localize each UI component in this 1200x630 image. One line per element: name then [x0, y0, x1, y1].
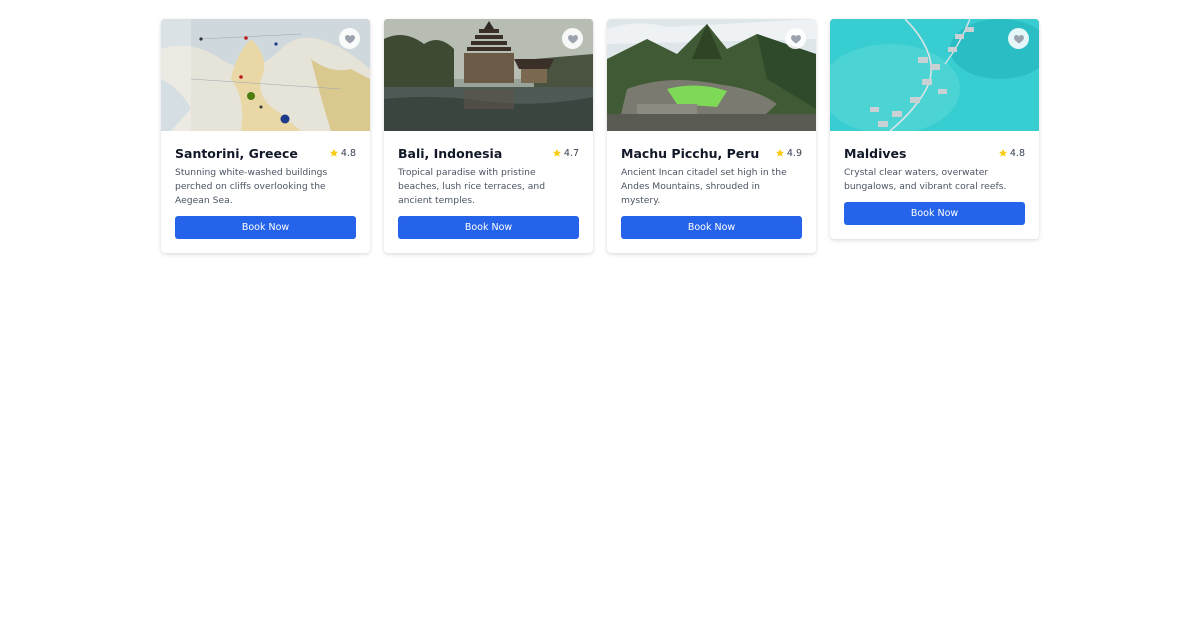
- heart-icon: [1013, 34, 1024, 43]
- star-icon: [998, 148, 1008, 157]
- destination-description: Crystal clear waters, overwater bungalow…: [844, 167, 1007, 192]
- book-now-button[interactable]: Book Now: [621, 216, 802, 239]
- destination-card: Bali, Indonesia 4.7 Tropical paradise wi…: [384, 19, 593, 253]
- book-now-button[interactable]: Book Now: [398, 216, 579, 239]
- title-row: Santorini, Greece 4.8: [175, 145, 356, 161]
- favorite-button[interactable]: [562, 28, 583, 49]
- rating-value: 4.9: [786, 147, 802, 159]
- card-body: Maldives 4.8 Crystal clear waters, overw…: [830, 131, 1039, 239]
- star-icon: [552, 148, 562, 157]
- destination-description: Ancient Incan citadel set high in the An…: [621, 167, 787, 206]
- destination-card: Santorini, Greece 4.8 Stunning white-was…: [161, 19, 370, 253]
- rating-value: 4.7: [563, 147, 579, 159]
- rating: 4.9: [775, 148, 802, 159]
- destination-title: Machu Picchu, Peru: [621, 145, 760, 161]
- rating: 4.8: [329, 148, 356, 159]
- heart-icon: [344, 34, 355, 43]
- rating-value: 4.8: [340, 147, 356, 159]
- destination-title: Maldives: [844, 145, 907, 161]
- heart-icon: [790, 34, 801, 43]
- destination-description: Stunning white-washed buildings perched …: [175, 167, 328, 206]
- favorite-button[interactable]: [785, 28, 806, 49]
- destination-description: Tropical paradise with pristine beaches,…: [398, 167, 546, 206]
- title-row: Bali, Indonesia 4.7: [398, 145, 579, 161]
- star-icon: [329, 148, 339, 157]
- star-icon: [775, 148, 785, 157]
- destination-card: Machu Picchu, Peru 4.9 Ancient Incan cit…: [607, 19, 816, 253]
- destination-grid: Santorini, Greece 4.8 Stunning white-was…: [161, 19, 1039, 253]
- card-body: Santorini, Greece 4.8 Stunning white-was…: [161, 131, 370, 253]
- destination-title: Santorini, Greece: [175, 145, 298, 161]
- destination-card: Maldives 4.8 Crystal clear waters, overw…: [830, 19, 1039, 239]
- favorite-button[interactable]: [339, 28, 360, 49]
- destination-image-bungalows: [830, 19, 1039, 131]
- rating: 4.7: [552, 148, 579, 159]
- rating: 4.8: [998, 148, 1025, 159]
- title-row: Machu Picchu, Peru 4.9: [621, 145, 802, 161]
- card-body: Machu Picchu, Peru 4.9 Ancient Incan cit…: [607, 131, 816, 253]
- destination-image-temple: [384, 19, 593, 131]
- destination-title: Bali, Indonesia: [398, 145, 503, 161]
- destination-image-map: [161, 19, 370, 131]
- book-now-button[interactable]: Book Now: [844, 202, 1025, 225]
- card-body: Bali, Indonesia 4.7 Tropical paradise wi…: [384, 131, 593, 253]
- destination-image-mountain: [607, 19, 816, 131]
- favorite-button[interactable]: [1008, 28, 1029, 49]
- heart-icon: [567, 34, 578, 43]
- title-row: Maldives 4.8: [844, 145, 1025, 161]
- rating-value: 4.8: [1009, 147, 1025, 159]
- book-now-button[interactable]: Book Now: [175, 216, 356, 239]
